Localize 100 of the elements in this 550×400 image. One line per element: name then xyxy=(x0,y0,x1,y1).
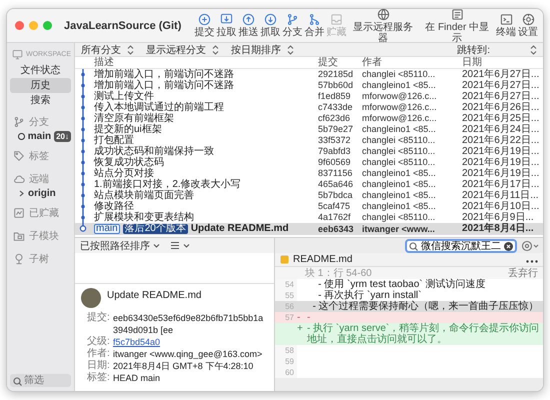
search-field[interactable]: 微信搜索沉默王二 xyxy=(405,238,517,252)
line-number: 55 xyxy=(285,291,294,300)
commit-author: changlei <85110... xyxy=(361,69,436,80)
behind-count: 20↓ xyxy=(54,131,71,142)
pull-button[interactable]: 拉取 xyxy=(215,13,238,38)
branch-item[interactable]: main xyxy=(28,131,52,142)
commit-hash: f1ed859 xyxy=(317,91,351,102)
filter-dropdown[interactable]: 按日期排序 xyxy=(231,43,294,56)
line-number: 54 xyxy=(285,280,294,289)
commit-author: mforwow@126.c... xyxy=(361,102,437,113)
line-number: 57 xyxy=(285,313,294,322)
commit-date: 2021年6月22日... xyxy=(461,135,540,146)
commit-row[interactable]: 打包配置 33f5372 changlei <85110... 2021年6月22日... xyxy=(75,135,543,146)
column-header[interactable]: 日期 xyxy=(459,57,543,68)
column-header[interactable]: 提交 xyxy=(315,57,359,68)
line-text: - 这个过程需要保持耐心（嗯，来一首曲子压压惊） xyxy=(312,301,540,312)
commit-hash: 5caf475 xyxy=(317,201,350,212)
finder-button[interactable]: 在 Finder 中显示 xyxy=(419,9,496,44)
commit-row[interactable]: 1.前端接口对接，2.修改表大小写 465a646 changleino1 <85... 2021年6月17日... xyxy=(75,179,543,190)
tray-icon xyxy=(13,207,25,219)
commit-message: 打包配置 xyxy=(94,135,134,146)
sort-dropdown[interactable]: 已按照路径排序 xyxy=(80,238,160,252)
filter-field[interactable]: 筛选 xyxy=(10,374,71,387)
commit-hash: 5b7bdca xyxy=(317,190,353,201)
commit-date: 2021年6月26日... xyxy=(461,102,540,113)
commit-author: changlei <85110... xyxy=(361,212,436,223)
commit-author: mforwow@126.c... xyxy=(361,91,437,102)
upload-icon xyxy=(242,13,255,26)
branch-button[interactable]: 分支 xyxy=(281,13,304,38)
up-down-icon xyxy=(287,44,294,54)
commit-row[interactable]: 成功状态码和前端保持一致 79abfd3 changlei <85110... 2021年6月19日... xyxy=(75,146,543,157)
commit-author: changleino1 <85... xyxy=(361,168,436,179)
commit-message: 扩展模块和变更表结构 xyxy=(94,212,194,223)
commit-row[interactable]: 恢复成功状态码 9f60569 changlei <85110... 2021年6月19日... xyxy=(75,157,543,168)
commit-message: 提交新的ui框架 xyxy=(94,124,162,135)
tag-icon xyxy=(13,150,25,162)
commit-message: 成功状态码和前端保持一致 xyxy=(94,146,214,157)
diff-sign: + xyxy=(297,323,303,334)
commit-hash: 8371156 xyxy=(317,168,352,179)
clear-icon xyxy=(504,242,513,250)
commit-row[interactable]: 传入本地调试通过的前端工程 c7433de mforwow@126.c... 2021年6月26日... xyxy=(75,102,543,113)
field-label: 提交: xyxy=(87,312,111,325)
commit-author: changleino1 <85... xyxy=(361,201,436,212)
commit-row[interactable]: main 落后20个版本 Update README.md eeb6343 itwanger <www... 2021年8月4日... xyxy=(75,223,543,235)
line-text: - xyxy=(307,312,312,323)
remote-item[interactable]: origin xyxy=(28,188,56,199)
fetch-button[interactable]: 抓取 xyxy=(259,13,282,38)
field-label: 作者: xyxy=(87,348,111,360)
commit-row[interactable]: 测试上传文件 f1ed859 mforwow@126.c... 2021年6月27日... xyxy=(75,91,543,102)
commit-author: changlei <85110... xyxy=(361,146,436,157)
settings-button[interactable]: 设置 xyxy=(517,13,540,38)
line-text: - 执行 `yarn serve`，稍等片刻，命令行会提示你访问地址，直接点击访问就可以了。 xyxy=(307,323,540,345)
diff-row[interactable]: + - 执行 `yarn serve`，稍等片刻，命令行会提示你访问地址，直接点击访问就可以了。 xyxy=(275,323,543,345)
line-number: 60 xyxy=(285,368,294,377)
tree-icon xyxy=(13,253,25,265)
remote-button[interactable]: 显示远程服务器 xyxy=(347,9,420,44)
commit-row[interactable]: 扩展模块和变更表结构 4a1762f changlei <85110... 2021年6月9日... xyxy=(75,212,543,223)
commit-row[interactable]: 站点模块前端页面完善 5b7bdca changleino1 <85... 2021年6月11日... xyxy=(75,190,543,201)
minimize-button[interactable] xyxy=(29,21,38,30)
close-button[interactable] xyxy=(15,21,24,30)
jump-to-dropdown[interactable]: 跳转到: xyxy=(457,43,537,56)
commit-row[interactable]: 修改路径 5caf475 changleino1 <85... 2021年6月10日... xyxy=(75,201,543,212)
column-header[interactable]: 作者 xyxy=(359,57,459,68)
commit-row[interactable]: 增加前端入口，前端访问不迷路 292185d changlei <85110... 2021年6月27日... xyxy=(75,69,543,80)
commit-row[interactable]: 提交新的ui框架 5b79e27 changleino1 <85... 2021年6月24日... xyxy=(75,124,543,135)
zoom-button[interactable] xyxy=(43,21,52,30)
diff-row[interactable]: 54 - 使用 `yrm test taobao` 测试访问速度 xyxy=(275,279,543,290)
terminal-button[interactable]: 终端 xyxy=(495,13,518,38)
push-button[interactable]: 推送 xyxy=(237,13,260,38)
commit-date: 2021年6月11日... xyxy=(461,190,539,201)
column-header[interactable]: 描述 xyxy=(91,57,315,68)
commit-date: 2021年6月27日... xyxy=(461,69,540,80)
commit-hash: 4a1762f xyxy=(317,212,351,223)
down-arrow-circle-icon xyxy=(264,13,277,26)
list-icon xyxy=(170,241,180,250)
commit-row[interactable]: 增加前端入口，前端访问不迷路 57bb60d changleino1 <85... 2021年6月27日... xyxy=(75,80,543,91)
commit-message: 站点模块前端页面完善 xyxy=(94,190,194,201)
field-label: 标签: xyxy=(87,372,111,384)
download-icon xyxy=(220,13,233,26)
commit-author: changlei <85110... xyxy=(361,135,436,146)
commit-author: changleino1 <85... xyxy=(361,190,436,201)
merge-button[interactable]: 合并 xyxy=(303,13,326,38)
commit-author: changleino1 <85... xyxy=(361,124,436,135)
commit-button[interactable]: 提交 xyxy=(193,13,216,38)
sidebar-item[interactable]: 历史 xyxy=(10,78,71,93)
commit-message: 恢复成功状态码 xyxy=(94,157,164,168)
discard-lines-button[interactable]: 丢弃行 xyxy=(508,266,538,280)
view-mode-dropdown[interactable] xyxy=(170,241,190,250)
field-value: HEAD main xyxy=(113,372,162,384)
sidebar-item[interactable]: 文件状态 xyxy=(10,63,71,78)
sidebar-item[interactable]: 搜索 xyxy=(10,93,71,108)
commit-row[interactable]: 清空原有前端框架 cf623d6 mforwow@126.c... 2021年6月25日... xyxy=(75,113,543,124)
commit-row[interactable]: 站点分页对接 8371156 changleino1 <85... 2021年6月19日... xyxy=(75,168,543,179)
diff-row[interactable]: 55 - 再次执行 `yarn install` xyxy=(275,290,543,301)
filter-dropdown[interactable]: 显示远程分支 xyxy=(146,43,219,56)
parent-commit-link[interactable]: f5c7bd54a0 xyxy=(113,337,160,347)
commit-message: Update README.md xyxy=(190,223,289,235)
up-down-icon xyxy=(530,44,537,54)
filter-dropdown[interactable]: 所有分支 xyxy=(81,43,134,56)
branch-label: main xyxy=(94,224,120,234)
